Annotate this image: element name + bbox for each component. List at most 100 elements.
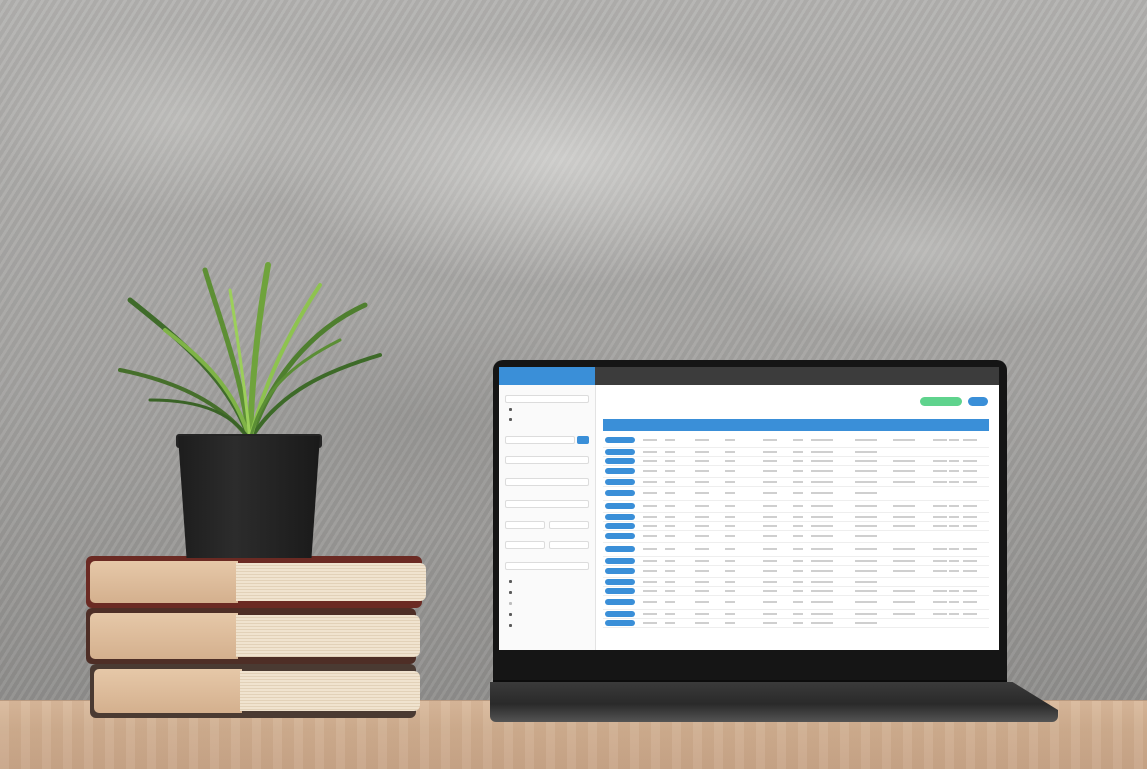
- row-action-button[interactable]: [605, 588, 635, 594]
- table-cell: [763, 590, 777, 592]
- filter-input[interactable]: [549, 541, 589, 549]
- export-button[interactable]: [968, 397, 988, 406]
- table-cell: [725, 492, 735, 494]
- table-cell: [643, 481, 657, 483]
- table-cell: [855, 548, 877, 550]
- table-cell: [695, 505, 709, 507]
- table-cell: [823, 548, 833, 550]
- row-action-button[interactable]: [605, 620, 635, 626]
- table-cell: [695, 470, 709, 472]
- table-cell: [763, 581, 777, 583]
- table-row: [603, 595, 989, 610]
- row-action-button[interactable]: [605, 568, 635, 574]
- table-cell: [665, 622, 675, 624]
- table-cell: [855, 570, 877, 572]
- filter-checkbox[interactable]: [509, 602, 512, 605]
- filter-input[interactable]: [505, 436, 575, 444]
- filter-checkbox[interactable]: [509, 418, 512, 421]
- table-cell: [855, 560, 877, 562]
- table-cell: [643, 570, 657, 572]
- table-cell: [933, 439, 947, 441]
- table-cell: [695, 581, 709, 583]
- row-action-button[interactable]: [605, 503, 635, 509]
- row-action-button[interactable]: [605, 468, 635, 474]
- table-cell: [643, 622, 657, 624]
- table-cell: [823, 492, 833, 494]
- filter-select[interactable]: [505, 395, 589, 403]
- table-cell: [823, 613, 833, 615]
- table-cell: [855, 460, 877, 462]
- table-cell: [893, 525, 915, 527]
- filter-checkbox[interactable]: [509, 613, 512, 616]
- row-action-button[interactable]: [605, 533, 635, 539]
- table-cell: [643, 548, 657, 550]
- filter-input[interactable]: [505, 541, 545, 549]
- table-cell: [725, 590, 735, 592]
- row-action-button[interactable]: [605, 479, 635, 485]
- filter-input[interactable]: [505, 478, 589, 486]
- table-cell: [665, 535, 675, 537]
- table-cell: [643, 470, 657, 472]
- table-cell: [665, 481, 675, 483]
- table-cell: [695, 622, 709, 624]
- table-header: [603, 419, 989, 431]
- row-action-button[interactable]: [605, 514, 635, 520]
- filter-input[interactable]: [505, 456, 589, 464]
- row-action-button[interactable]: [605, 523, 635, 529]
- table-cell: [763, 439, 777, 441]
- table-cell: [893, 516, 915, 518]
- book-top: [86, 556, 426, 608]
- table-cell: [893, 560, 915, 562]
- table-cell: [793, 590, 803, 592]
- filter-checkbox[interactable]: [509, 580, 512, 583]
- app-brand[interactable]: [499, 367, 595, 385]
- table-cell: [893, 481, 915, 483]
- table-cell: [725, 505, 735, 507]
- table-cell: [933, 560, 947, 562]
- table-row: [603, 542, 989, 557]
- filter-input[interactable]: [505, 521, 545, 529]
- table-cell: [933, 505, 947, 507]
- table-cell: [893, 548, 915, 550]
- table-cell: [725, 581, 735, 583]
- table-cell: [933, 601, 947, 603]
- filter-checkbox[interactable]: [509, 624, 512, 627]
- table-cell: [963, 613, 977, 615]
- row-action-button[interactable]: [605, 558, 635, 564]
- row-action-button[interactable]: [605, 449, 635, 455]
- table-cell: [643, 601, 657, 603]
- table-cell: [933, 590, 947, 592]
- table-cell: [949, 460, 959, 462]
- table-cell: [725, 470, 735, 472]
- table-cell: [665, 581, 675, 583]
- row-action-button[interactable]: [605, 546, 635, 552]
- add-button[interactable]: [920, 397, 962, 406]
- row-action-button[interactable]: [605, 490, 635, 496]
- row-action-button[interactable]: [605, 579, 635, 585]
- row-action-button[interactable]: [605, 611, 635, 617]
- table-cell: [763, 622, 777, 624]
- filter-input[interactable]: [505, 500, 589, 508]
- table-cell: [793, 601, 803, 603]
- table-cell: [793, 505, 803, 507]
- row-action-button[interactable]: [605, 458, 635, 464]
- table-cell: [643, 535, 657, 537]
- table-cell: [963, 481, 977, 483]
- table-cell: [725, 560, 735, 562]
- filter-input[interactable]: [549, 521, 589, 529]
- row-action-button[interactable]: [605, 599, 635, 605]
- filter-search-button[interactable]: [577, 436, 589, 444]
- table-cell: [665, 613, 675, 615]
- table-cell: [793, 570, 803, 572]
- filter-checkbox[interactable]: [509, 591, 512, 594]
- filter-input[interactable]: [505, 562, 589, 570]
- row-action-button[interactable]: [605, 437, 635, 443]
- table-cell: [763, 570, 777, 572]
- table-cell: [763, 516, 777, 518]
- filter-checkbox[interactable]: [509, 408, 512, 411]
- table-cell: [763, 481, 777, 483]
- table-cell: [725, 481, 735, 483]
- table-cell: [695, 613, 709, 615]
- table-cell: [933, 613, 947, 615]
- table-cell: [763, 560, 777, 562]
